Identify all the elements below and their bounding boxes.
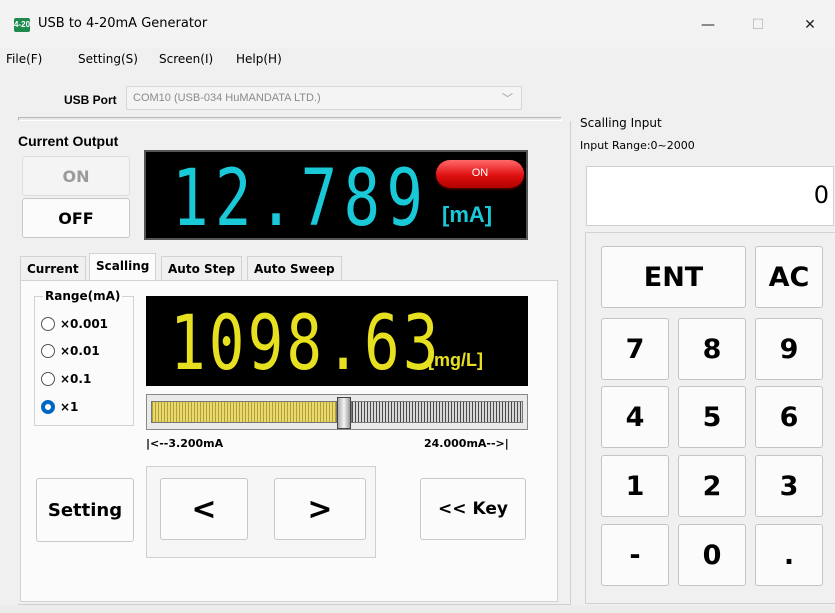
range-option-0001[interactable]: ×0.001 [41, 317, 108, 331]
range-option-1[interactable]: ×1 [41, 400, 78, 414]
key-5[interactable]: 5 [678, 386, 746, 448]
on-button[interactable]: ON [22, 156, 130, 196]
slider-thumb[interactable] [337, 397, 351, 429]
output-status-indicator: ON [436, 160, 524, 188]
scaling-input-heading: Scalling Input [580, 116, 662, 130]
menu-file[interactable]: File(F) [6, 52, 42, 66]
range-option-01[interactable]: ×0.1 [41, 372, 91, 386]
status-strip [0, 605, 835, 613]
current-value: 12.789 [172, 154, 430, 244]
radio-checked-icon [41, 400, 55, 414]
menu-screen[interactable]: Screen(I) [159, 52, 213, 66]
range-option-label: ×1 [60, 400, 79, 414]
scaled-unit: [mg/L] [428, 350, 483, 370]
slider-track [351, 401, 523, 423]
key-2[interactable]: 2 [678, 455, 746, 517]
key-minus[interactable]: - [601, 524, 669, 586]
title-bar: 4-20 USB to 4-20mA Generator — ☐ ✕ [0, 0, 835, 48]
menu-bar: File(F) Setting(S) Screen(I) Help(H) [0, 48, 835, 70]
key-1[interactable]: 1 [601, 455, 669, 517]
increment-button[interactable]: > [274, 478, 366, 540]
range-group: Range(mA) ×0.001 ×0.01 ×0.1 ×1 [34, 289, 134, 426]
off-button[interactable]: OFF [22, 198, 130, 238]
menu-setting[interactable]: Setting(S) [78, 52, 138, 66]
close-button[interactable]: ✕ [790, 10, 830, 40]
scaling-input-field[interactable]: 0 [586, 166, 834, 226]
minimize-button[interactable]: — [688, 10, 728, 40]
key-4[interactable]: 4 [601, 386, 669, 448]
scaling-input-range: Input Range:0~2000 [580, 139, 695, 152]
usb-port-label: USB Port [64, 93, 117, 107]
scaled-value: 1098.63 [170, 298, 442, 387]
range-option-label: ×0.1 [60, 372, 92, 386]
decrement-button[interactable]: < [160, 478, 248, 540]
radio-icon [41, 317, 55, 331]
key-ac[interactable]: AC [755, 246, 823, 308]
key-7[interactable]: 7 [601, 318, 669, 380]
slider-max-label: 24.000mA-->| [424, 437, 509, 450]
key-8[interactable]: 8 [678, 318, 746, 380]
current-unit: [mA] [442, 202, 493, 227]
radio-icon [41, 372, 55, 386]
range-option-label: ×0.01 [60, 344, 100, 358]
current-output-title: Current Output [18, 133, 119, 149]
chevron-down-icon: ﹀ [502, 93, 513, 105]
key-dot[interactable]: . [755, 524, 823, 586]
key-6[interactable]: 6 [755, 386, 823, 448]
current-slider[interactable] [146, 394, 528, 430]
current-display: 12.789 ON [mA] [144, 150, 528, 244]
key-ent[interactable]: ENT [601, 246, 746, 308]
tab-auto-sweep[interactable]: Auto Sweep [247, 256, 342, 280]
scaling-input-value: 0 [813, 181, 829, 209]
range-title: Range(mA) [43, 289, 123, 303]
radio-icon [41, 344, 55, 358]
range-option-label: ×0.001 [60, 317, 109, 331]
menu-help[interactable]: Help(H) [236, 52, 282, 66]
key-button[interactable]: << Key [420, 478, 526, 540]
key-3[interactable]: 3 [755, 455, 823, 517]
usb-port-select[interactable]: COM10 (USB-034 HuMANDATA LTD.) ﹀ [126, 86, 522, 110]
maximize-button[interactable]: ☐ [738, 10, 778, 40]
key-0[interactable]: 0 [678, 524, 746, 586]
tab-auto-step[interactable]: Auto Step [161, 256, 243, 280]
usb-port-value: COM10 (USB-034 HuMANDATA LTD.) [133, 92, 321, 104]
tab-current[interactable]: Current [20, 256, 86, 280]
tab-scalling[interactable]: Scalling [89, 253, 157, 281]
slider-min-label: |<--3.200mA [146, 437, 224, 450]
app-logo-icon: 4-20 [14, 18, 30, 32]
range-option-001[interactable]: ×0.01 [41, 344, 100, 358]
setting-button[interactable]: Setting [36, 478, 134, 542]
slider-fill [151, 401, 337, 423]
window-title: USB to 4-20mA Generator [38, 16, 208, 31]
scaled-display: 1098.63 [mg/L] [146, 296, 528, 387]
key-9[interactable]: 9 [755, 318, 823, 380]
